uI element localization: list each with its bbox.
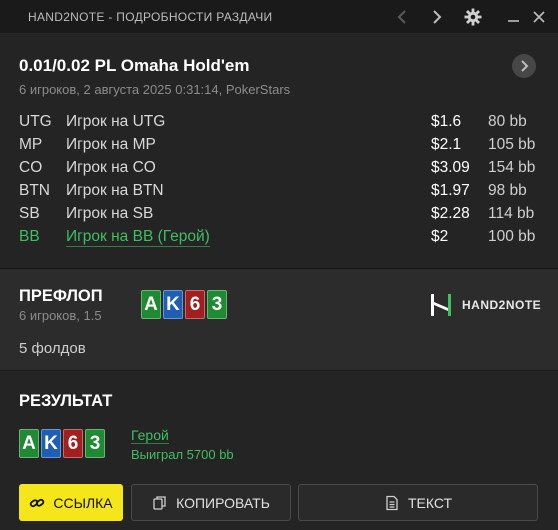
player-stack: $2.28 xyxy=(431,205,470,222)
player-name: Игрок на CO xyxy=(66,159,156,176)
close-icon[interactable] xyxy=(528,6,550,28)
result-outcome: Выиграл 5700 bb xyxy=(131,447,234,462)
player-stack: $1.97 xyxy=(431,182,470,199)
player-position: BTN xyxy=(19,182,50,199)
card: 3 xyxy=(207,290,227,319)
player-name: Игрок на SB xyxy=(66,205,154,222)
card: 3 xyxy=(85,429,105,458)
chevron-right-icon xyxy=(521,60,529,72)
chevron-right-icon[interactable] xyxy=(425,6,447,28)
player-stack-bb: 154 bb xyxy=(488,159,536,176)
hero-player-link[interactable]: Игрок на BB (Герой) xyxy=(66,228,210,247)
hand-header: 0.01/0.02 PL Omaha Hold'em 6 игроков, 2 … xyxy=(0,34,558,268)
gear-icon[interactable] xyxy=(462,6,484,28)
window-title: HAND2NOTE - ПОДРОБНОСТИ РАЗДАЧИ xyxy=(28,10,273,24)
document-icon xyxy=(386,495,398,510)
card: A xyxy=(19,429,39,458)
hero-player-row: BB Игрок на BB (Герой) $2 100 bb xyxy=(19,228,539,251)
player-stack: $2.1 xyxy=(431,136,462,153)
result-section: РЕЗУЛЬТАТ A K 6 3 Герой Выиграл 5700 bb … xyxy=(0,371,558,530)
player-row: SB Игрок на SB $2.28 114 bb xyxy=(19,205,539,228)
player-position: MP xyxy=(19,136,43,153)
street-title: ПРЕФЛОП xyxy=(19,287,103,305)
player-row: BTN Игрок на BTN $1.97 98 bb xyxy=(19,182,539,205)
result-player-link[interactable]: Герой xyxy=(131,427,169,444)
card: 6 xyxy=(185,290,205,319)
street-subtitle: 6 игроков, 1.5 xyxy=(19,308,102,323)
card: K xyxy=(41,429,61,458)
player-stack: $2 xyxy=(431,228,449,245)
text-button-label: ТЕКСТ xyxy=(407,494,453,511)
player-row: MP Игрок на MP $2.1 105 bb xyxy=(19,136,539,159)
copy-button[interactable]: КОПИРОВАТЬ xyxy=(131,484,291,521)
game-title: 0.01/0.02 PL Omaha Hold'em xyxy=(19,56,250,75)
player-stack-bb: 80 bb xyxy=(488,113,527,130)
logo-text: HAND2NOTE xyxy=(462,298,542,312)
link-button[interactable]: ССЫЛКА xyxy=(19,484,123,521)
player-stack-bb: 100 bb xyxy=(488,228,536,245)
chevron-left-icon[interactable] xyxy=(392,6,414,28)
player-position: CO xyxy=(19,159,43,176)
player-stack-bb: 114 bb xyxy=(488,205,535,222)
player-row: CO Игрок на CO $3.09 154 bb xyxy=(19,159,539,182)
link-button-label: ССЫЛКА xyxy=(53,494,113,511)
player-name: Игрок на MP xyxy=(66,136,156,153)
link-icon xyxy=(30,498,45,507)
player-stack: $1.6 xyxy=(431,113,462,130)
result-title: РЕЗУЛЬТАТ xyxy=(19,392,113,410)
player-name: Игрок на BTN xyxy=(66,182,164,199)
result-cards: A K 6 3 xyxy=(19,429,105,458)
card: K xyxy=(163,290,183,319)
copy-button-label: КОПИРОВАТЬ xyxy=(176,494,270,511)
player-name: Игрок на UTG xyxy=(66,113,166,130)
copy-icon xyxy=(153,495,166,510)
next-hand-button[interactable] xyxy=(512,54,536,78)
player-position: BB xyxy=(19,228,40,245)
players-list: UTG Игрок на UTG $1.6 80 bb MP Игрок на … xyxy=(19,113,539,251)
game-subtitle: 6 игроков, 2 августа 2025 0:31:14, Poker… xyxy=(19,82,291,97)
player-stack-bb: 105 bb xyxy=(488,136,536,153)
text-button[interactable]: ТЕКСТ xyxy=(298,484,538,521)
card: 6 xyxy=(63,429,83,458)
minimize-icon[interactable] xyxy=(503,6,525,28)
player-row: UTG Игрок на UTG $1.6 80 bb xyxy=(19,113,539,136)
player-position: SB xyxy=(19,205,40,222)
title-bar: HAND2NOTE - ПОДРОБНОСТИ РАЗДАЧИ xyxy=(0,0,558,34)
hand2note-logo-icon xyxy=(431,294,451,316)
player-stack: $3.09 xyxy=(431,159,470,176)
preflop-action: 5 фолдов xyxy=(19,340,86,357)
hero-hole-cards: A K 6 3 xyxy=(141,290,227,319)
card: A xyxy=(141,290,161,319)
result-info: Герой Выиграл 5700 bb xyxy=(131,427,234,462)
preflop-section: ПРЕФЛОП 6 игроков, 1.5 A K 6 3 HAND2NOTE… xyxy=(0,269,558,370)
player-position: UTG xyxy=(19,113,52,130)
player-stack-bb: 98 bb xyxy=(488,182,527,199)
